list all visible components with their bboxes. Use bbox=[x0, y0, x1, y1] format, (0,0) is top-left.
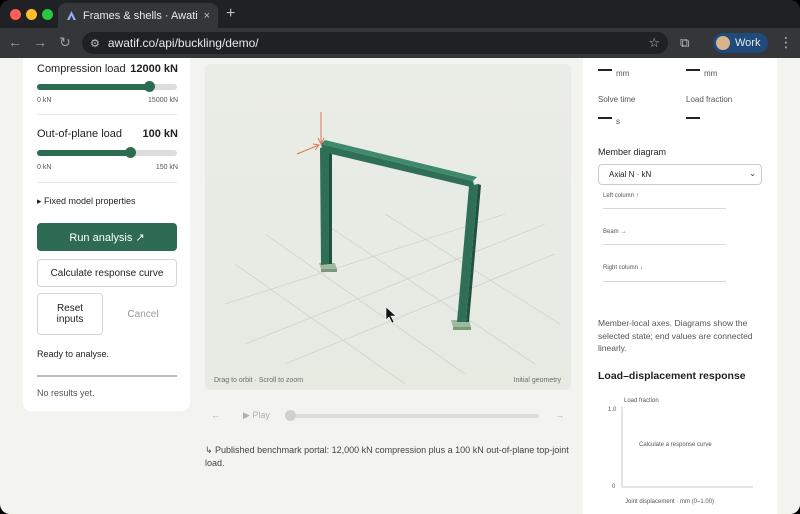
compression-load-value: 12000 kN bbox=[130, 63, 178, 75]
out-of-plane-min-label: 0 kN bbox=[37, 164, 52, 171]
divider bbox=[37, 182, 177, 183]
solve-time-unit: s bbox=[616, 117, 620, 126]
page-content: Compression load 12000 kN 0 kN 15000 kN … bbox=[0, 58, 800, 514]
chart-placeholder: Calculate a response curve bbox=[639, 442, 712, 448]
chevron-down-icon: ⌄ bbox=[749, 169, 756, 178]
step-forward-button[interactable]: → bbox=[555, 410, 564, 420]
compression-load-thumb[interactable] bbox=[144, 81, 155, 92]
results-divider bbox=[37, 375, 177, 377]
chart-ytick-top: 1.0 bbox=[608, 407, 617, 413]
geometry-state-label: Initial geometry bbox=[513, 377, 561, 384]
member-diagram-selected: Axial N · kN bbox=[609, 170, 652, 179]
avatar bbox=[716, 36, 730, 50]
step-back-button[interactable]: ← bbox=[211, 410, 220, 420]
site-info-icon[interactable]: ⚙ bbox=[90, 37, 100, 50]
solve-time-label: Solve time bbox=[598, 95, 636, 104]
close-window-button[interactable] bbox=[10, 9, 21, 20]
compression-load-label: Compression load bbox=[37, 63, 126, 75]
results-panel: mm mm Solve time Load fraction s Member … bbox=[583, 58, 777, 514]
compression-min-label: 0 kN bbox=[37, 97, 52, 104]
browser-menu-icon[interactable]: ⋮ bbox=[779, 34, 793, 51]
load-displacement-title: Load–displacement response bbox=[598, 370, 746, 382]
control-panel: Compression load 12000 kN 0 kN 15000 kN … bbox=[23, 58, 190, 411]
frame-model-canvas[interactable] bbox=[205, 64, 571, 390]
out-of-plane-load-value: 100 kN bbox=[142, 128, 178, 140]
displacement-unit: mm bbox=[616, 69, 630, 78]
tab-close-icon[interactable]: × bbox=[204, 10, 210, 22]
diagram-row-beam: Beam → bbox=[603, 229, 627, 235]
divider bbox=[37, 114, 177, 115]
profile-name: Work bbox=[735, 37, 761, 49]
analysis-status: Ready to analyse. bbox=[37, 349, 110, 359]
new-tab-button[interactable]: + bbox=[226, 5, 235, 23]
load-fraction-value-dash bbox=[686, 117, 700, 119]
reset-inputs-button[interactable]: Reset inputs bbox=[37, 293, 103, 335]
maximize-window-button[interactable] bbox=[42, 9, 53, 20]
out-of-plane-max-label: 150 kN bbox=[155, 164, 178, 171]
load-arrows bbox=[296, 112, 325, 155]
benchmark-caption: ↳ Published benchmark portal: 12,000 kN … bbox=[205, 445, 569, 468]
diagram-row-line bbox=[603, 208, 726, 209]
profile-button[interactable]: Work bbox=[713, 33, 769, 53]
reload-icon[interactable]: ↻ bbox=[56, 34, 74, 51]
playback-scrubber[interactable] bbox=[289, 414, 539, 418]
play-button[interactable]: ▶ Play bbox=[243, 410, 270, 421]
chart-xlabel: Joint displacement · mm (0–1.00) bbox=[625, 499, 714, 505]
diagram-row-line bbox=[603, 281, 726, 282]
tab-title: Frames & shells · Awatif Buck bbox=[83, 9, 198, 22]
minimize-window-button[interactable] bbox=[26, 9, 37, 20]
browser-tab[interactable]: Frames & shells · Awatif Buck × bbox=[58, 3, 218, 28]
bookmark-star-icon[interactable]: ☆ bbox=[648, 35, 660, 51]
compression-load-fill bbox=[37, 84, 149, 90]
awatif-logo-icon bbox=[66, 10, 77, 21]
out-of-plane-load-thumb[interactable] bbox=[125, 147, 136, 158]
playback-thumb[interactable] bbox=[285, 410, 296, 421]
url-text: awatif.co/api/buckling/demo/ bbox=[107, 36, 259, 50]
run-analysis-button[interactable]: Run analysis ↗ bbox=[37, 223, 177, 251]
fixed-model-properties-toggle[interactable]: ▸ Fixed model properties bbox=[37, 196, 136, 207]
forward-arrow-icon[interactable]: → bbox=[31, 34, 49, 50]
out-of-plane-load-label: Out-of-plane load bbox=[37, 128, 122, 140]
displacement-unit-2: mm bbox=[704, 69, 718, 78]
viewport-hint: Drag to orbit · Scroll to zoom bbox=[214, 377, 304, 384]
ground-grid bbox=[224, 213, 561, 385]
load-fraction-label: Load fraction bbox=[686, 95, 733, 104]
compression-max-label: 15000 kN bbox=[148, 97, 178, 104]
calculate-response-curve-button[interactable]: Calculate response curve bbox=[37, 259, 177, 287]
compression-load-slider[interactable] bbox=[37, 81, 177, 92]
chart-ytick-bottom: 0 bbox=[612, 484, 616, 490]
frame-members bbox=[320, 140, 481, 322]
displacement-value-dash bbox=[598, 69, 612, 71]
load-displacement-chart: Load fraction 1.0 0 Calculate a response… bbox=[598, 393, 768, 514]
diagram-row-left-column: Left column ↑ bbox=[603, 193, 639, 199]
diagram-row-line bbox=[603, 244, 726, 245]
displacement-value-dash-2 bbox=[686, 69, 700, 71]
member-diagram-select[interactable]: Axial N · kN ⌄ bbox=[598, 164, 762, 185]
playback-bar: ← ▶ Play → bbox=[205, 408, 571, 424]
extensions-puzzle-icon[interactable]: ⧉ bbox=[680, 35, 689, 51]
cancel-button[interactable]: Cancel bbox=[109, 293, 177, 335]
solve-time-value-dash bbox=[598, 117, 612, 119]
chart-svg: Load fraction 1.0 0 Calculate a response… bbox=[608, 398, 753, 505]
browser-toolbar: ← → ↻ ⚙ awatif.co/api/buckling/demo/ ☆ ⧉… bbox=[0, 28, 800, 58]
address-bar[interactable]: ⚙ awatif.co/api/buckling/demo/ ☆ bbox=[82, 32, 668, 54]
page-scrollbar[interactable] bbox=[780, 58, 800, 514]
member-axes-note: Member-local axes. Diagrams show the sel… bbox=[598, 318, 753, 353]
back-arrow-icon[interactable]: ← bbox=[6, 34, 24, 50]
chart-ylabel: Load fraction bbox=[624, 398, 659, 404]
mouse-cursor bbox=[385, 306, 397, 324]
tab-strip: Frames & shells · Awatif Buck × + bbox=[0, 0, 800, 28]
browser-window: Frames & shells · Awatif Buck × + ← → ↻ … bbox=[0, 0, 800, 514]
out-of-plane-load-slider[interactable] bbox=[37, 147, 177, 158]
member-diagram-title: Member diagram bbox=[598, 147, 667, 157]
diagram-row-right-column: Right column ↓ bbox=[603, 265, 643, 271]
results-placeholder: No results yet. bbox=[37, 388, 95, 398]
out-of-plane-load-fill bbox=[37, 150, 130, 156]
model-viewport[interactable]: Drag to orbit · Scroll to zoom Initial g… bbox=[205, 64, 571, 390]
